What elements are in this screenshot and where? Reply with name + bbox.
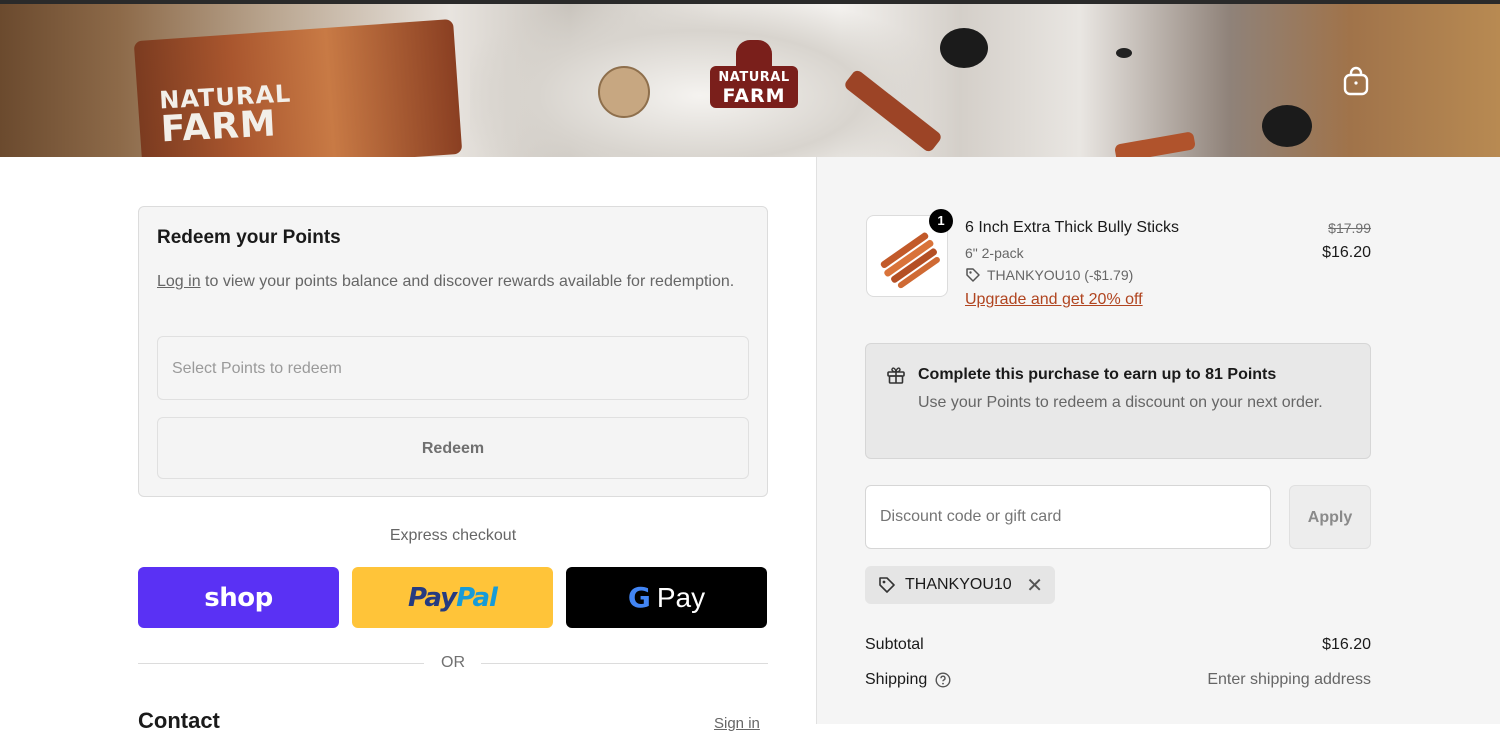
google-pay-label: Pay	[656, 581, 706, 613]
shipping-row: Shipping Enter shipping address	[865, 671, 1371, 693]
logo-wordmark: NATURAL FARM	[710, 66, 798, 108]
price-current: $16.20	[1322, 244, 1371, 261]
header-banner: NATURAL FARM NATURAL FARM	[0, 0, 1500, 157]
applied-discount-code: THANKYOU10	[905, 576, 1012, 593]
contact-title: Contact	[138, 708, 220, 733]
product-discount: THANKYOU10 (-$1.79)	[965, 267, 1133, 283]
google-pay-button[interactable]: G Pay	[566, 567, 767, 628]
shop-pay-wordmark: shop	[204, 582, 273, 613]
redeem-points-card: Redeem your Points Log in to view your p…	[138, 206, 768, 497]
shipping-label: Shipping	[865, 671, 928, 688]
apply-button[interactable]: Apply	[1289, 485, 1371, 549]
subtotal-value: $16.20	[1322, 636, 1371, 653]
redeem-points-description-text: to view your points balance and discover…	[200, 273, 735, 290]
dog-eye-image	[1116, 48, 1132, 58]
product-variant: 6" 2-pack	[965, 245, 1024, 261]
subtotal-row: Subtotal $16.20	[865, 636, 1371, 658]
paypal-button[interactable]: Pay Pal	[352, 567, 553, 628]
product-name: 6 Inch Extra Thick Bully Sticks	[965, 219, 1179, 236]
price-original: $17.99	[1328, 220, 1371, 236]
quantity-badge: 1	[929, 209, 953, 233]
earn-points-title: Complete this purchase to earn up to 81 …	[918, 366, 1277, 383]
express-checkout-label: Express checkout	[389, 527, 517, 544]
or-divider: OR	[138, 654, 768, 674]
store-logo[interactable]: NATURAL FARM	[710, 40, 798, 118]
order-summary: 1 6 Inch Extra Thick Bully Sticks 6" 2-p…	[816, 157, 1500, 724]
points-select[interactable]: Select Points to redeem	[157, 336, 749, 400]
bag-text-line2: FARM	[159, 103, 278, 151]
shopping-bag-icon[interactable]	[1342, 66, 1370, 96]
shop-pay-button[interactable]: shop	[138, 567, 339, 628]
google-g-icon: G	[627, 581, 651, 614]
bully-stick-image-2	[1114, 131, 1196, 157]
redeem-points-description: Log in to view your points balance and d…	[157, 269, 737, 295]
product-thumbnail: 1	[866, 209, 953, 297]
divider-line-right	[481, 663, 768, 664]
checkout-main: Redeem your Points Log in to view your p…	[0, 157, 816, 733]
help-icon[interactable]	[935, 672, 951, 688]
earn-points-description: Use your Points to redeem a discount on …	[918, 394, 1323, 411]
redeem-button[interactable]: Redeem	[157, 417, 749, 479]
login-link[interactable]: Log in	[157, 273, 201, 290]
tag-icon	[966, 268, 980, 282]
dog-nose-image	[940, 28, 988, 68]
bag-brand-text: NATURAL FARM	[159, 79, 294, 151]
gift-icon	[887, 367, 905, 384]
paypal-wordmark-pal: Pal	[456, 582, 498, 613]
applied-discount-chip: THANKYOU10 ✕	[865, 566, 1055, 604]
discount-code-input[interactable]	[865, 485, 1271, 549]
remove-discount-icon[interactable]: ✕	[1026, 573, 1043, 598]
paypal-wordmark-pay: Pay	[408, 582, 457, 613]
shipping-value: Enter shipping address	[1207, 671, 1371, 688]
tag-icon	[879, 577, 895, 593]
redeem-points-title: Redeem your Points	[157, 227, 341, 248]
dog-nose-image-2	[1262, 105, 1312, 147]
product-discount-label: THANKYOU10 (-$1.79)	[987, 267, 1134, 283]
shipping-label-group: Shipping	[865, 671, 951, 689]
earn-points-card: Complete this purchase to earn up to 81 …	[865, 343, 1371, 459]
dog-tag-image	[598, 66, 650, 118]
upgrade-link[interactable]: Upgrade and get 20% off	[965, 291, 1143, 309]
subtotal-label: Subtotal	[865, 636, 924, 653]
logo-line2: FARM	[722, 85, 786, 107]
